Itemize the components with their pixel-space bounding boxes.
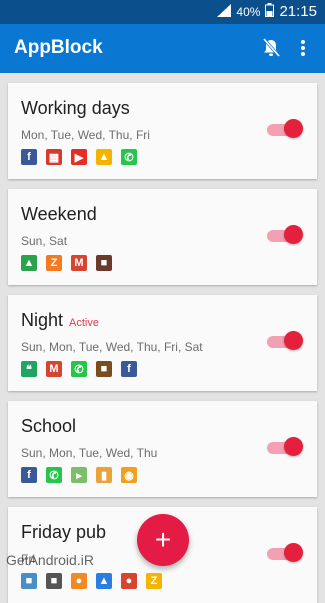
store-icon: ▸ — [71, 467, 87, 483]
youtube-icon: ▶ — [71, 149, 87, 165]
clock: 21:15 — [279, 3, 317, 20]
whatsapp-icon: ✆ — [71, 361, 87, 377]
video-icon: ▦ — [46, 149, 62, 165]
status-bar: 40% 21:15 — [0, 0, 325, 24]
profile-card[interactable]: Weekend Sun, Sat ▲ Z M ■ — [8, 189, 317, 285]
profile-name: Night Active — [21, 310, 99, 331]
profile-toggle[interactable] — [265, 437, 303, 456]
signal-icon — [217, 3, 232, 20]
profile-card[interactable]: Working days Mon, Tue, Wed, Thu, Fri f ▦ ▶ ▲ ✆ — [8, 83, 317, 179]
toggle-knob — [284, 437, 303, 456]
profile-days: Sun, Mon, Tue, Wed, Thu, Fri, Sat — [21, 340, 203, 354]
app-icon: ■ — [21, 573, 37, 589]
profile-card[interactable]: School Sun, Mon, Tue, Wed, Thu f ✆ ▸ ▮ ◉ — [8, 401, 317, 497]
profile-name-text: Night — [21, 310, 64, 330]
chrome-icon: ◉ — [121, 467, 137, 483]
battery-percent: 40% — [236, 4, 261, 19]
profile-days: Mon, Tue, Wed, Thu, Fri — [21, 128, 150, 142]
profile-name: Working days — [21, 98, 130, 119]
profile-days: Sun, Mon, Tue, Wed, Thu — [21, 446, 158, 460]
active-badge: Active — [69, 317, 99, 329]
profile-name-text: Working days — [21, 98, 130, 118]
notifications-off-icon[interactable] — [259, 36, 283, 60]
game-icon: ■ — [96, 361, 112, 377]
facebook-icon: f — [121, 361, 137, 377]
hangouts-icon: ❝ — [21, 361, 37, 377]
toggle-knob — [284, 543, 303, 562]
app-title: AppBlock — [14, 37, 103, 58]
blocked-apps: ■ ■ ● ▲ ● Z — [21, 573, 162, 589]
profile-name-text: Friday pub — [21, 522, 107, 542]
profile-name-text: Weekend — [21, 204, 97, 224]
blocked-apps: f ✆ ▸ ▮ ◉ — [21, 467, 137, 483]
drive-icon: ▲ — [96, 149, 112, 165]
bottle-icon: ▮ — [96, 467, 112, 483]
blocked-apps: ❝ M ✆ ■ f — [21, 361, 137, 377]
gmail-icon: M — [46, 361, 62, 377]
profile-name: Friday pub — [21, 522, 106, 543]
facebook-icon: f — [21, 149, 37, 165]
slides-icon: Z — [46, 255, 62, 271]
blocked-apps: f ▦ ▶ ▲ ✆ — [21, 149, 137, 165]
whatsapp-icon: ✆ — [121, 149, 137, 165]
app-icon: ● — [71, 573, 87, 589]
add-profile-button[interactable]: + — [137, 514, 189, 566]
profile-name: School — [21, 416, 76, 437]
drive-icon: ▲ — [96, 573, 112, 589]
drive-icon: ▲ — [21, 255, 37, 271]
profile-toggle[interactable] — [265, 331, 303, 350]
blocked-apps: ▲ Z M ■ — [21, 255, 112, 271]
more-options-icon[interactable] — [291, 36, 315, 60]
whatsapp-icon: ✆ — [46, 467, 62, 483]
profile-toggle[interactable] — [265, 225, 303, 244]
app-bar: AppBlock — [0, 24, 325, 73]
game-icon: ■ — [46, 573, 62, 589]
toggle-knob — [284, 119, 303, 138]
profile-name: Weekend — [21, 204, 97, 225]
game-icon: ■ — [96, 255, 112, 271]
toggle-knob — [284, 225, 303, 244]
gmail-icon: M — [71, 255, 87, 271]
profile-name-text: School — [21, 416, 77, 436]
app-icon: ● — [121, 573, 137, 589]
toggle-knob — [284, 331, 303, 350]
profile-days: Sun, Sat — [21, 234, 68, 248]
facebook-icon: f — [21, 467, 37, 483]
watermark: GetAndroid.iR — [6, 552, 94, 568]
profile-card[interactable]: Night Active Sun, Mon, Tue, Wed, Thu, Fri,… — [8, 295, 317, 391]
slides-icon: Z — [146, 573, 162, 589]
profile-toggle[interactable] — [265, 543, 303, 562]
battery-icon — [265, 3, 275, 20]
profile-toggle[interactable] — [265, 119, 303, 138]
